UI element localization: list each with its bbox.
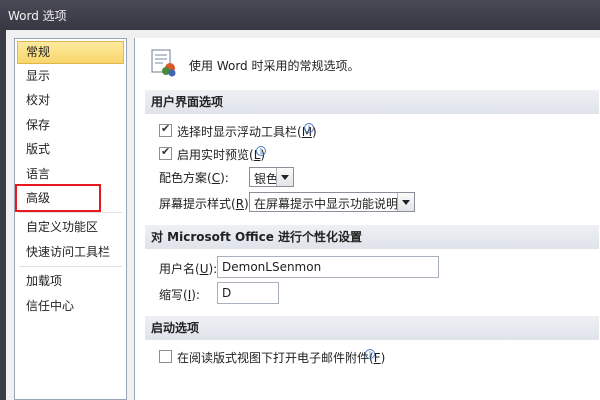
mini-toolbar-checkbox[interactable]: ✔ [159,122,172,137]
sidebar-item-display[interactable]: 显示 [15,64,126,88]
username-field[interactable]: DemonLSenmon [217,256,439,278]
sidebar-item-general[interactable]: 常规 [17,41,124,64]
chevron-down-icon[interactable] [397,193,414,211]
live-preview-checkbox[interactable]: ✔ [159,145,172,160]
section-startup: 启动选项 [145,316,599,340]
initials-field[interactable]: D [217,282,279,304]
checkmark-icon: ✔ [161,145,171,158]
chevron-down-icon[interactable] [276,168,293,186]
screentip-style-value: 在屏幕提示中显示功能说明 [254,197,399,211]
color-scheme-dropdown[interactable]: 银色 [249,167,294,187]
sidebar-item-trust-center[interactable]: 信任中心 [15,294,126,318]
sidebar-item-quick-access-toolbar[interactable]: 快速访问工具栏 [15,240,126,264]
general-options-icon [151,49,176,77]
sidebar-item-proofing[interactable]: 校对 [15,88,126,112]
color-scheme-value: 银色 [254,172,279,186]
initials-value: D [222,286,232,300]
sidebar-divider [19,266,122,268]
advanced-highlight-box [15,184,101,212]
sidebar-item-add-ins[interactable]: 加载项 [15,269,126,293]
live-preview-label: 启用实时预览(L) [177,148,266,162]
info-icon[interactable]: i [256,146,266,156]
page-title: 使用 Word 时采用的常规选项。 [189,59,360,73]
reading-view-label: 在阅读版式视图下打开电子邮件附件(F) [177,351,386,365]
sidebar-item-customize-ribbon[interactable]: 自定义功能区 [15,215,126,239]
sidebar-item-language[interactable]: 语言 [15,162,126,186]
title-bar: Word 选项 [0,0,600,30]
info-icon[interactable]: i [365,349,375,359]
screentip-style-dropdown[interactable]: 在屏幕提示中显示功能说明 [249,192,415,212]
options-sidebar: 常规 显示 校对 保存 版式 语言 高级 自定义功能区 快速访问工具栏 加载项 … [14,38,127,400]
color-scheme-label: 配色方案(C): [159,171,229,185]
reading-view-checkbox[interactable] [159,350,172,363]
info-icon[interactable]: i [304,123,314,133]
options-main-panel: 使用 Word 时采用的常规选项。 用户界面选项 ✔ 选择时显示浮动工具栏(M)… [134,38,600,400]
sidebar-item-save[interactable]: 保存 [15,113,126,137]
window-title: Word 选项 [8,9,67,23]
sidebar-divider [19,212,122,214]
username-label: 用户名(U): [159,262,218,276]
section-personalize: 对 Microsoft Office 进行个性化设置 [145,225,599,249]
username-value: DemonLSenmon [222,260,322,274]
section-ui-options: 用户界面选项 [145,90,599,114]
checkmark-icon: ✔ [161,122,171,135]
initials-label: 缩写(I): [159,288,200,302]
screentip-style-label: 屏幕提示样式(R): [159,197,253,211]
mini-toolbar-label: 选择时显示浮动工具栏(M) [177,125,317,139]
sidebar-item-layout[interactable]: 版式 [15,137,126,161]
